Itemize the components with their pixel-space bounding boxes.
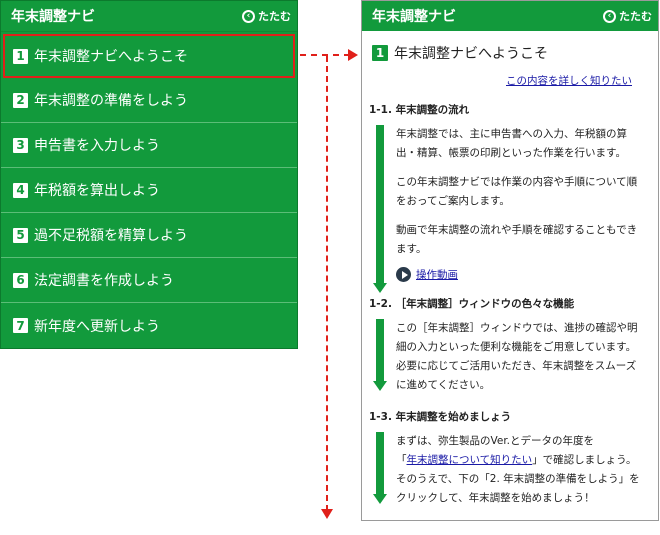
learn-more-link[interactable]: この内容を詳しく知りたい [362,73,632,88]
section-window-features: 1-2. ［年末調整］ウィンドウの色々な機能 この［年末調整］ウィンドウでは、進… [362,296,658,395]
step-number-badge: 3 [13,137,28,153]
section-paragraph: この年末調整ナビでは作業の内容や手順について順をおってご案内します。 [396,176,638,207]
section-heading: 1-3. 年末調整を始めましょう [369,411,512,423]
page-title-text: 年末調整ナビへようこそ [394,46,548,62]
section-heading: 1-2. ［年末調整］ウィンドウの色々な機能 [369,298,575,310]
section-body: この［年末調整］ウィンドウでは、進捗の確認や明細の入力といった便利な機能をご用意… [369,319,658,395]
collapse-button[interactable]: ‹ たたむ [603,8,652,24]
nav-item-label: 年税額を算出しよう [34,183,160,199]
paragraph-text: 」で確認しましょう。 [532,454,637,466]
page-title: 1 年末調整ナビへようこそ [372,43,658,63]
nav-item-label: 法定調書を作成しよう [34,273,174,289]
annotation-arrow-line-down [326,56,328,511]
step-number-badge: 7 [13,318,28,333]
section-paragraph: この［年末調整］ウィンドウでは、進捗の確認や明細の入力といった便利な機能をご用意… [396,322,638,391]
annotation-arrowhead-right [348,49,358,61]
section-paragraph: まずは、弥生製品のVer.とデータの年度を 「年末調整について知りたい」で確認し… [396,432,644,470]
nav-item-input-declaration[interactable]: 3 申告書を入力しよう [1,123,297,168]
paragraph-text: まずは、弥生製品のVer.とデータの年度を [396,435,595,447]
nav-item-prepare[interactable]: 2 年末調整の準備をしよう [1,78,297,123]
collapse-label: たたむ [258,10,291,23]
chevron-left-icon: ‹ [603,9,616,23]
annotation-arrowhead-down [321,509,333,519]
nav-item-label: 新年度へ更新しよう [34,318,160,335]
section-body: まずは、弥生製品のVer.とデータの年度を 「年末調整について知りたい」で確認し… [369,432,658,508]
nav-item-new-year[interactable]: 7 新年度へ更新しよう [1,303,297,348]
step-number-badge: 1 [372,45,388,61]
nav-panel-title: 年末調整ナビ [11,9,95,25]
section-body: 年末調整では、主に申告書への入力、年税額の算出・精算、帳票の印刷といった作業を行… [369,125,658,293]
collapse-button[interactable]: ‹ たたむ [242,8,291,24]
detail-panel-title: 年末調整ナビ [372,9,456,25]
ver-check-link[interactable]: 年末調整について知りたい [407,454,533,466]
step-number-badge: 1 [13,48,28,64]
section-paragraph: 年末調整では、主に申告書への入力、年税額の算出・精算、帳票の印刷といった作業を行… [396,128,627,159]
section-arrow-bar [373,319,387,391]
nav-panel-header: 年末調整ナビ ‹ たたむ [1,1,297,32]
nav-item-label: 過不足税額を精算しよう [34,228,188,244]
collapse-label: たたむ [619,10,652,23]
annotation-arrow-line-right [300,54,350,56]
video-link-row: 操作動画 [396,267,644,282]
section-paragraph: そのうえで、下の「2. 年末調整の準備をしよう」をクリックして、年末調整を始めま… [396,473,640,504]
nav-item-settle-tax[interactable]: 5 過不足税額を精算しよう [1,213,297,258]
step-number-badge: 5 [13,227,28,243]
nav-item-welcome[interactable]: 1 年末調整ナビへようこそ [3,34,295,78]
nav-item-label: 申告書を入力しよう [34,138,160,154]
section-arrow-bar [373,432,387,504]
nav-item-statutory-report[interactable]: 6 法定調書を作成しよう [1,258,297,303]
detail-panel: 年末調整ナビ ‹ たたむ 1 年末調整ナビへようこそ この内容を詳しく知りたい … [361,0,659,521]
section-paragraph: 動画で年末調整の流れや手順を確認することもできます。 [396,224,638,255]
chevron-left-icon: ‹ [242,9,255,23]
nav-item-label: 年末調整ナビへようこそ [34,49,188,65]
section-flow: 1-1. 年末調整の流れ 年末調整では、主に申告書への入力、年税額の算出・精算、… [362,102,658,293]
video-link[interactable]: 操作動画 [416,267,458,282]
section-heading: 1-1. 年末調整の流れ [369,104,470,116]
nav-panel: 年末調整ナビ ‹ たたむ 1 年末調整ナビへようこそ 2 年末調整の準備をしよう… [0,0,298,349]
step-number-badge: 4 [13,182,28,198]
nav-item-label: 年末調整の準備をしよう [34,93,188,109]
nav-item-calc-tax[interactable]: 4 年税額を算出しよう [1,168,297,213]
bracket-open: 「 [396,454,407,466]
section-arrow-bar [373,125,387,293]
play-icon[interactable] [396,267,411,282]
step-number-badge: 2 [13,92,28,108]
detail-panel-header: 年末調整ナビ ‹ たたむ [362,1,658,31]
section-get-started: 1-3. 年末調整を始めましょう まずは、弥生製品のVer.とデータの年度を 「… [362,409,658,508]
step-number-badge: 6 [13,272,28,288]
